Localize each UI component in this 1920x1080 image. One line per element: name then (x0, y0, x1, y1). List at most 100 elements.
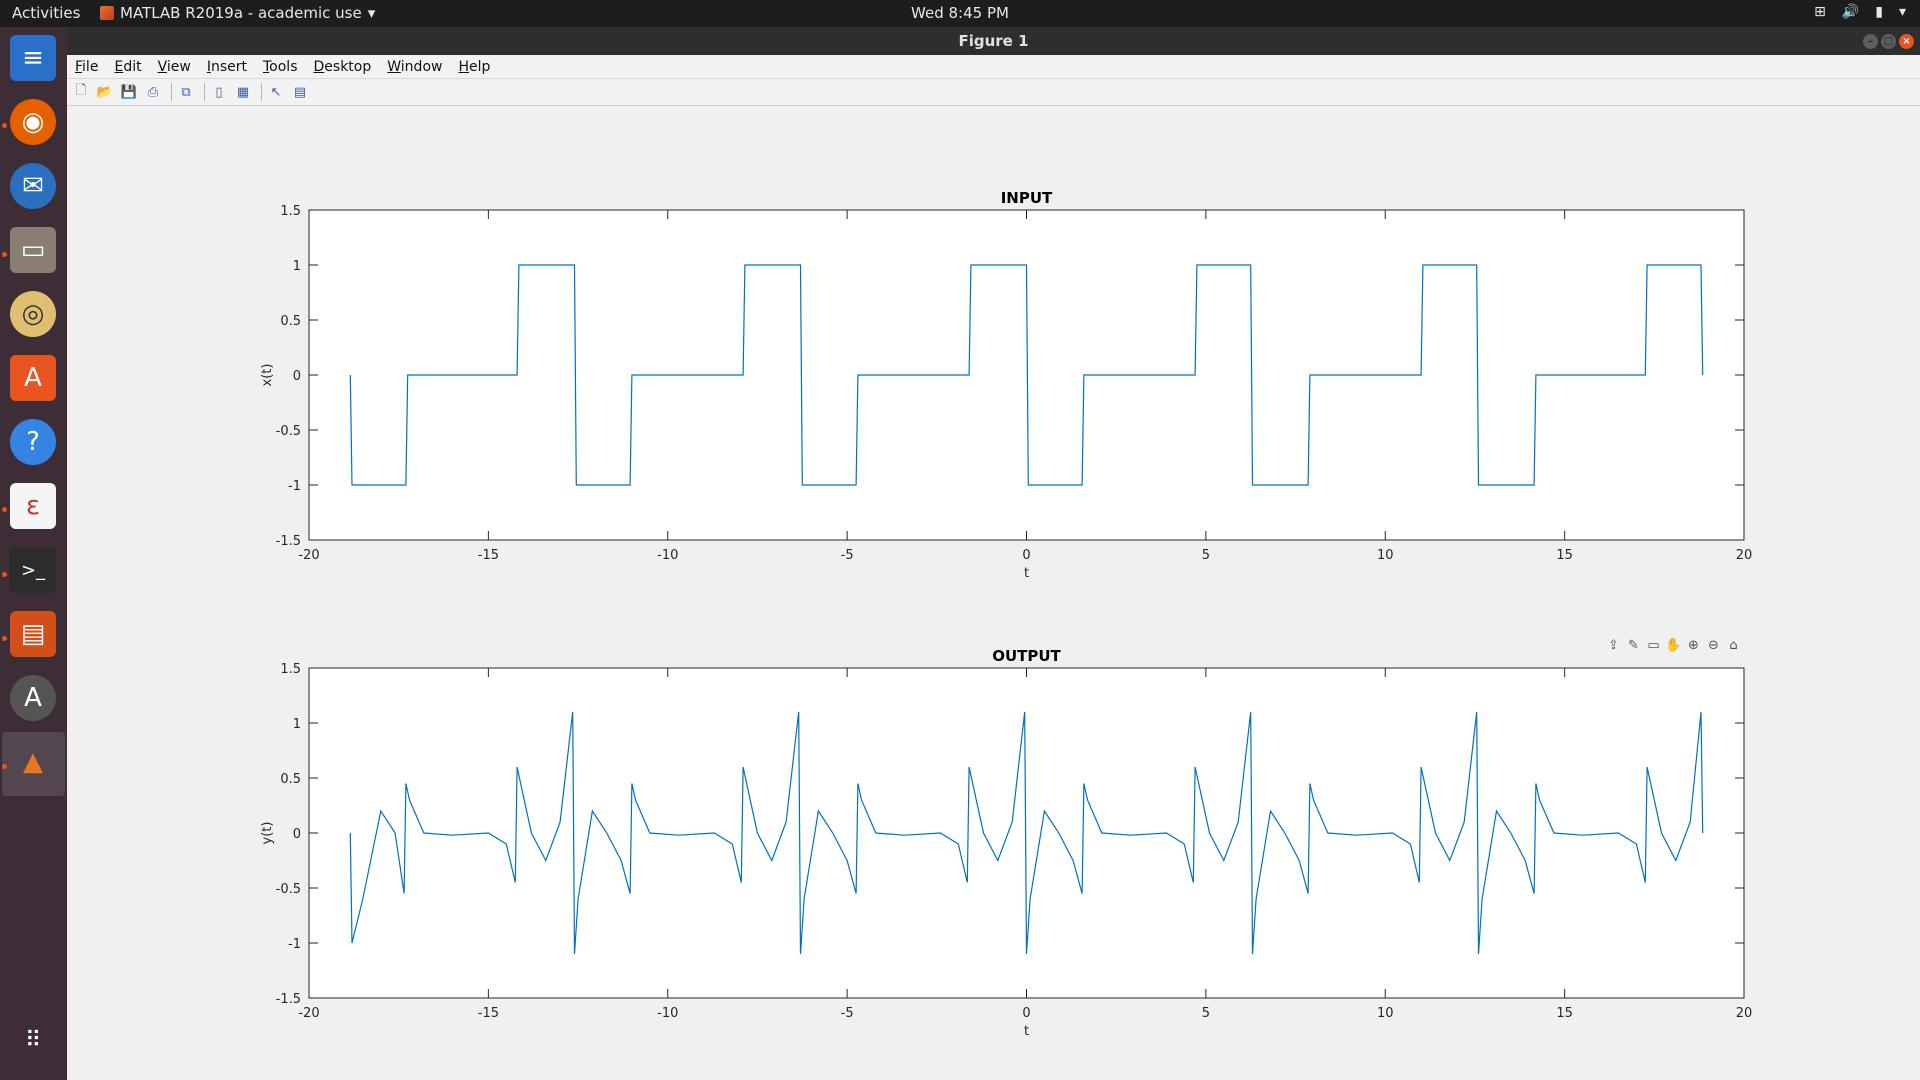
app-menu[interactable]: MATLAB R2019a - academic use ▾ (100, 4, 375, 22)
battery-icon[interactable]: ▮ (1875, 4, 1883, 20)
home-icon[interactable]: ⌂ (1725, 637, 1742, 654)
menu-desktop[interactable]: Desktop (314, 59, 372, 75)
x-tick-label: 20 (1736, 548, 1753, 563)
x-tick-label: -10 (657, 548, 678, 563)
y-tick-label: -1 (288, 479, 301, 494)
minimize-icon[interactable]: – (1863, 34, 1878, 49)
power-menu-icon[interactable]: ▾ (1899, 4, 1906, 20)
y-tick-label: 0 (293, 369, 301, 384)
new-figure-icon[interactable]: 🗋 (71, 82, 91, 102)
matlab-icon[interactable]: ▲ (10, 739, 56, 785)
menu-file[interactable]: File (75, 59, 98, 75)
save-icon[interactable]: 💾 (119, 82, 139, 102)
zoom-in-icon[interactable]: ⊕ (1685, 637, 1702, 654)
insert-legend-icon[interactable]: ▦ (233, 82, 253, 102)
x-tick-label: 10 (1377, 548, 1394, 563)
app-menu-label: MATLAB R2019a - academic use (120, 4, 362, 22)
running-indicator (2, 572, 7, 577)
axes-input: -20 -15 -10 -5 0 5 10 15 20 -1.5 -1 -0.5 0 0.5 1 1.5 INP… (260, 189, 1752, 581)
y-axis-label: y(t) (260, 822, 275, 845)
x-tick-label: 20 (1736, 1006, 1753, 1021)
chart-title: INPUT (1001, 189, 1053, 207)
toolbar-separator (261, 83, 262, 101)
y-tick-label: -1 (288, 937, 301, 952)
y-tick-label: 0.5 (280, 772, 301, 787)
x-tick-label: -15 (478, 1006, 499, 1021)
x-axis-label: t (1024, 1024, 1029, 1039)
y-tick-label: 1 (293, 717, 301, 732)
chevron-down-icon: ▾ (367, 4, 376, 22)
y-tick-label: 0.5 (280, 314, 301, 329)
menu-window[interactable]: Window (387, 59, 442, 75)
y-tick-label: 1 (293, 259, 301, 274)
document-viewer-icon[interactable]: ε (10, 483, 56, 529)
figure-toolbar: 🗋 📂 💾 ⎙ ⧉ ▯ ▦ ↖ ▤ (67, 79, 1920, 106)
open-file-icon[interactable]: 📂 (95, 82, 115, 102)
figure-window: Figure 1 – □ × File Edit View Insert Too… (67, 27, 1920, 1080)
network-icon[interactable]: ⊞ (1814, 4, 1826, 20)
x-tick-label: -10 (657, 1006, 678, 1021)
pan-icon[interactable]: ✋ (1665, 637, 1682, 654)
files-icon[interactable]: ▭ (10, 227, 56, 273)
link-plot-icon[interactable]: ⧉ (176, 82, 196, 102)
running-indicator (2, 507, 7, 512)
software-updater-icon[interactable]: A (10, 675, 56, 721)
x-tick-label: 15 (1556, 1006, 1573, 1021)
y-tick-label: -0.5 (276, 424, 301, 439)
menu-insert[interactable]: Insert (207, 59, 247, 75)
clock[interactable]: Wed 8:45 PM (911, 4, 1009, 22)
brush-icon[interactable]: ✎ (1625, 637, 1642, 654)
running-indicator (2, 636, 7, 641)
show-applications-icon[interactable]: ⠿ (10, 1017, 56, 1063)
y-tick-label: 0 (293, 827, 301, 842)
help-icon[interactable]: ? (10, 419, 56, 465)
chart-title: OUTPUT (992, 647, 1061, 665)
x-tick-label: 5 (1202, 548, 1210, 563)
menu-bar: File Edit View Insert Tools Desktop Wind… (67, 55, 1920, 79)
axes-box (308, 209, 1745, 541)
y-tick-label: -0.5 (276, 882, 301, 897)
x-tick-label: 10 (1377, 1006, 1394, 1021)
libreoffice-impress-icon[interactable]: ▤ (10, 611, 56, 657)
data-tips-icon[interactable]: ▭ (1645, 637, 1662, 654)
thunderbird-icon[interactable]: ✉ (10, 163, 56, 209)
x-axis-label: t (1024, 566, 1029, 581)
edit-plot-icon[interactable]: ↖ (266, 82, 286, 102)
rhythmbox-icon[interactable]: ◎ (10, 291, 56, 337)
figure-canvas: -20 -15 -10 -5 0 5 10 15 20 -1.5 -1 -0.5 0 0.5 1 1.5 INP… (67, 107, 1920, 1080)
firefox-icon[interactable]: ◉ (10, 99, 56, 145)
x-tick-label: -20 (298, 548, 319, 563)
x-tick-label: -5 (841, 1006, 854, 1021)
title-bar[interactable]: Figure 1 – □ × (67, 27, 1920, 55)
close-icon[interactable]: × (1899, 34, 1914, 49)
maximize-icon[interactable]: □ (1881, 34, 1896, 49)
menu-help[interactable]: Help (458, 59, 490, 75)
export-icon[interactable]: ⇪ (1605, 637, 1622, 654)
x-tick-label: -20 (298, 1006, 319, 1021)
menu-tools[interactable]: Tools (263, 59, 298, 75)
software-center-icon[interactable]: A (10, 355, 56, 401)
activities-button[interactable]: Activities (12, 4, 80, 22)
y-tick-label: 1.5 (280, 204, 301, 219)
print-icon[interactable]: ⎙ (143, 82, 163, 102)
property-inspector-icon[interactable]: ▤ (290, 82, 310, 102)
running-indicator (2, 252, 7, 257)
terminal-icon[interactable]: >_ (10, 547, 56, 593)
y-tick-label: 1.5 (280, 662, 301, 677)
toolbar-separator (171, 83, 172, 101)
system-top-bar: Activities MATLAB R2019a - academic use … (0, 0, 1920, 27)
x-tick-label: 5 (1202, 1006, 1210, 1021)
zoom-out-icon[interactable]: ⊖ (1705, 637, 1722, 654)
menu-view[interactable]: View (158, 59, 191, 75)
axes-toolbar: ⇪ ✎ ▭ ✋ ⊕ ⊖ ⌂ (1605, 637, 1742, 654)
y-tick-label: -1.5 (276, 534, 301, 549)
dock: ≡ ◉ ✉ ▭ ◎ A ? ε >_ ▤ A ▲ ⠿ (0, 27, 67, 1080)
volume-icon[interactable]: 🔊 (1842, 4, 1859, 20)
x-tick-label: 0 (1022, 548, 1030, 563)
window-title: Figure 1 (958, 32, 1029, 50)
insert-colorbar-icon[interactable]: ▯ (209, 82, 229, 102)
system-tray[interactable]: ⊞ 🔊 ▮ ▾ (1814, 4, 1906, 20)
y-tick-label: -1.5 (276, 992, 301, 1007)
libreoffice-writer-icon[interactable]: ≡ (10, 35, 56, 81)
menu-edit[interactable]: Edit (114, 59, 141, 75)
